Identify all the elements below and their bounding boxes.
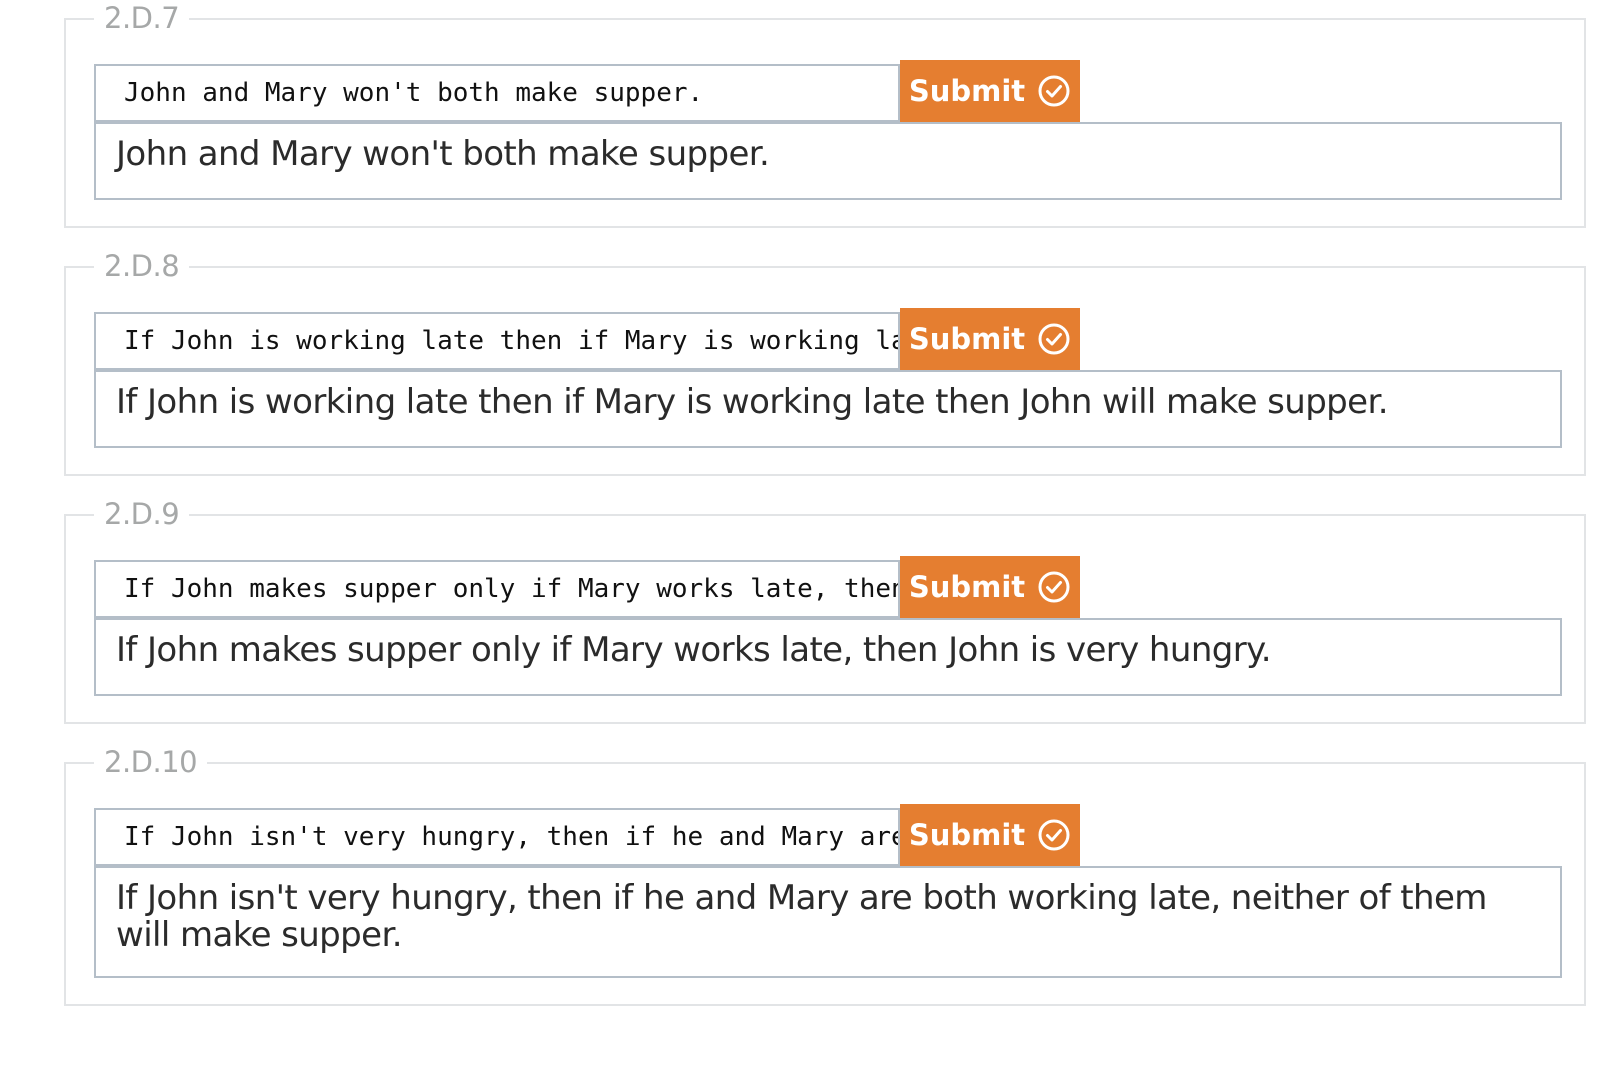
exercise-id: 2.D.10	[94, 738, 208, 786]
rendered-output: John and Mary won't both make supper.	[94, 122, 1562, 200]
submit-label: Submit	[908, 818, 1026, 852]
check-circle-icon	[1038, 323, 1070, 355]
input-row: Submit	[94, 804, 1080, 866]
exercise-id: 2.D.8	[94, 242, 190, 290]
formula-input[interactable]	[94, 808, 900, 866]
formula-input[interactable]	[94, 560, 900, 618]
submit-button[interactable]: Submit	[900, 804, 1080, 866]
exercise-2-d-10: 2.D.10 Submit If John isn't very hungry,…	[64, 738, 1586, 1006]
check-circle-icon	[1038, 819, 1070, 851]
rendered-output: If John is working late then if Mary is …	[94, 370, 1562, 448]
exercise-2-d-8: 2.D.8 Submit If John is working late the…	[64, 242, 1586, 476]
exercise-id: 2.D.7	[94, 0, 190, 42]
exercise-2-d-9: 2.D.9 Submit If John makes supper only i…	[64, 490, 1586, 724]
submit-button[interactable]: Submit	[900, 556, 1080, 618]
submit-label: Submit	[908, 74, 1026, 108]
formula-input[interactable]	[94, 64, 900, 122]
submit-button[interactable]: Submit	[900, 308, 1080, 370]
check-circle-icon	[1038, 571, 1070, 603]
exercise-2-d-7: 2.D.7 Submit John and Mary won't both ma…	[64, 0, 1586, 228]
check-circle-icon	[1038, 75, 1070, 107]
rendered-output: If John makes supper only if Mary works …	[94, 618, 1562, 696]
input-row: Submit	[94, 308, 1080, 370]
submit-label: Submit	[908, 570, 1026, 604]
formula-input[interactable]	[94, 312, 900, 370]
exercise-id: 2.D.9	[94, 490, 190, 538]
input-row: Submit	[94, 556, 1080, 618]
submit-label: Submit	[908, 322, 1026, 356]
input-row: Submit	[94, 60, 1080, 122]
submit-button[interactable]: Submit	[900, 60, 1080, 122]
rendered-output: If John isn't very hungry, then if he an…	[94, 866, 1562, 978]
